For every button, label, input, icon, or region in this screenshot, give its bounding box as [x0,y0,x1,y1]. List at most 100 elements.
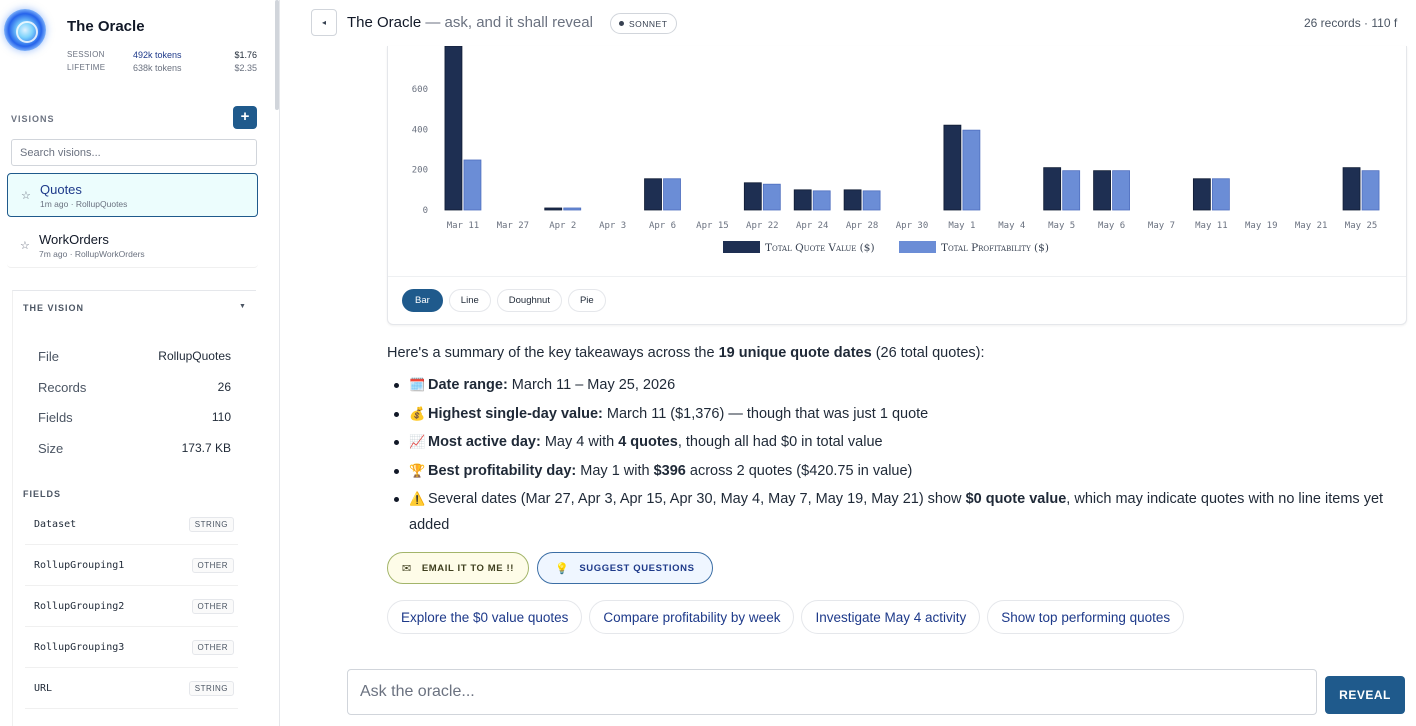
email-it-button[interactable]: ✉ EMAIL IT TO ME !! [387,552,530,584]
usage-cost: $1.76 [234,49,257,60]
summary-bullet: ⚠️ Several dates (Mar 27, Apr 3, Apr 15, … [387,486,1407,538]
bar-profitability [962,129,981,211]
add-vision-button[interactable]: + [233,106,257,129]
usage-session: SESSION 492k tokens $1.76 [67,48,257,61]
field-row[interactable]: RollupGrouping1 OTHER [25,545,238,586]
assistant-summary: Here's a summary of the key takeaways ac… [387,343,1407,546]
chart-tab-bar[interactable]: Bar [402,289,443,312]
suggest-label: SUGGEST QUESTIONS [579,562,695,574]
x-tick-label: Apr 15 [696,221,729,231]
stat-key: File [38,349,59,364]
x-tick-label: Mar 27 [497,221,530,231]
bar-quote-value [444,46,463,211]
field-type-badge: STRING [188,516,234,532]
usage-cost: $2.35 [234,62,257,73]
field-row[interactable]: RollupGrouping3 OTHER [25,627,238,668]
field-row[interactable]: RollupGrouping2 OTHER [25,586,238,627]
usage-tokens: 492k tokens [133,49,182,60]
usage-label: SESSION [67,50,105,59]
bar-quote-value [843,189,862,211]
chart-tab-line[interactable]: Line [448,289,491,312]
field-name: RollupGrouping3 [34,641,125,653]
vision-item-workorders[interactable]: ☆ WorkOrders 7m ago · RollupWorkOrders [7,224,258,268]
vision-panel-title[interactable]: THE VISION [23,303,84,313]
sidebar: The Oracle SESSION 492k tokens $1.76 LIF… [0,0,280,726]
summary-bullet: 🏆 Best profitability day: May 1 with $396… [387,461,1407,481]
model-badge[interactable]: SONNET [610,13,678,34]
warning-icon: ⚠️ [409,490,426,506]
vision-item-quotes[interactable]: ☆ Quotes 1m ago · RollupQuotes [7,173,258,217]
summary-list: 🗓️ Date range: March 11 – May 25, 2026 💰 H… [387,375,1407,538]
suggested-questions: Explore the $0 value quotes Compare prof… [387,600,1185,634]
bar-quote-value [1043,167,1062,211]
collapse-sidebar-button[interactable]: ◂ [311,9,337,36]
field-name: URL [34,682,53,694]
field-row[interactable]: Dataset STRING [25,504,238,545]
bar-profitability [862,190,881,211]
legend-swatch [723,241,760,253]
reveal-button[interactable]: REVEAL [1325,676,1405,714]
summary-bullet: 📈 Most active day: May 4 with 4 quotes, t… [387,432,1407,452]
x-tick-label: Apr 28 [846,221,879,231]
bar-profitability [563,207,582,211]
stat-value: RollupQuotes [158,349,231,363]
suggest-questions-button[interactable]: 💡 SUGGEST QUESTIONS [537,552,713,584]
bar-quote-value [544,207,563,211]
summary-intro: Here's a summary of the key takeaways ac… [387,345,985,361]
field-row[interactable]: URL STRING [25,668,238,709]
field-name: RollupGrouping1 [34,559,125,571]
caret-down-icon[interactable]: ▼ [239,303,246,310]
model-name: SONNET [629,18,668,29]
y-tick-label: 400 [412,125,428,135]
vision-meta: 7m ago · RollupWorkOrders [39,249,145,259]
vision-meta: 1m ago · RollupQuotes [40,199,128,209]
search-visions-input[interactable] [11,139,257,166]
stat-fields: Fields 110 [38,410,231,425]
x-tick-label: May 1 [948,221,975,231]
lightbulb-icon: 💡 [555,562,570,575]
x-tick-label: Apr 22 [746,221,779,231]
vision-details-panel: THE VISION ▼ File RollupQuotes Records 2… [12,290,256,726]
field-type-badge: STRING [188,680,234,696]
bar-profitability [1211,178,1230,211]
chart-card: 0 200 400 600 Mar 11 Mar 27 Apr 2 Apr 3 Apr 6 Apr… [387,46,1407,325]
chart-tab-pie[interactable]: Pie [567,289,606,312]
stat-value: 110 [211,410,231,424]
y-tick-label: 200 [412,166,428,176]
y-tick-label: 600 [412,85,428,95]
legend-swatch [899,241,936,253]
trophy-icon: 🏆 [409,463,426,479]
bar-profitability [1112,170,1130,211]
bar-chart: 0 200 400 600 Mar 11 Mar 27 Apr 2 Apr 3 Apr 6 Apr… [412,46,1380,254]
suggestion-chip[interactable]: Explore the $0 value quotes [387,600,583,634]
dataset-stats: 26 records · 110 f [1304,16,1398,30]
sidebar-scrollbar[interactable] [275,0,279,110]
suggestion-chip[interactable]: Show top performing quotes [987,600,1185,634]
suggestion-chip[interactable]: Compare profitability by week [589,600,795,634]
suggestion-chip[interactable]: Investigate May 4 activity [801,600,981,634]
ask-oracle-input[interactable] [347,669,1317,715]
field-type-badge: OTHER [191,598,234,614]
bar-quote-value [1342,167,1361,211]
stat-file: File RollupQuotes [38,349,231,364]
field-type-badge: OTHER [191,557,234,573]
page-title-main: The Oracle [347,14,422,31]
money-bag-icon: 💰 [409,405,426,421]
x-tick-label: Apr 30 [896,221,929,231]
stat-key: Records [38,380,87,395]
chart-tab-doughnut[interactable]: Doughnut [496,289,562,312]
star-icon[interactable]: ☆ [20,239,30,252]
stat-key: Fields [38,410,73,425]
vision-name: Quotes [40,182,82,197]
bar-profitability [463,159,482,211]
x-tick-label: May 21 [1295,221,1328,231]
bar-profitability [1361,170,1380,211]
visions-label: VISIONS [11,114,55,124]
x-tick-label: Apr 3 [599,221,626,231]
calendar-icon: 🗓️ [409,377,426,392]
legend-label: Total Quote Value ($) [765,242,875,254]
star-icon[interactable]: ☆ [21,189,31,202]
x-tick-label: May 11 [1195,221,1228,231]
x-tick-label: May 25 [1345,221,1378,231]
usage-tokens: 638k tokens [133,62,182,73]
